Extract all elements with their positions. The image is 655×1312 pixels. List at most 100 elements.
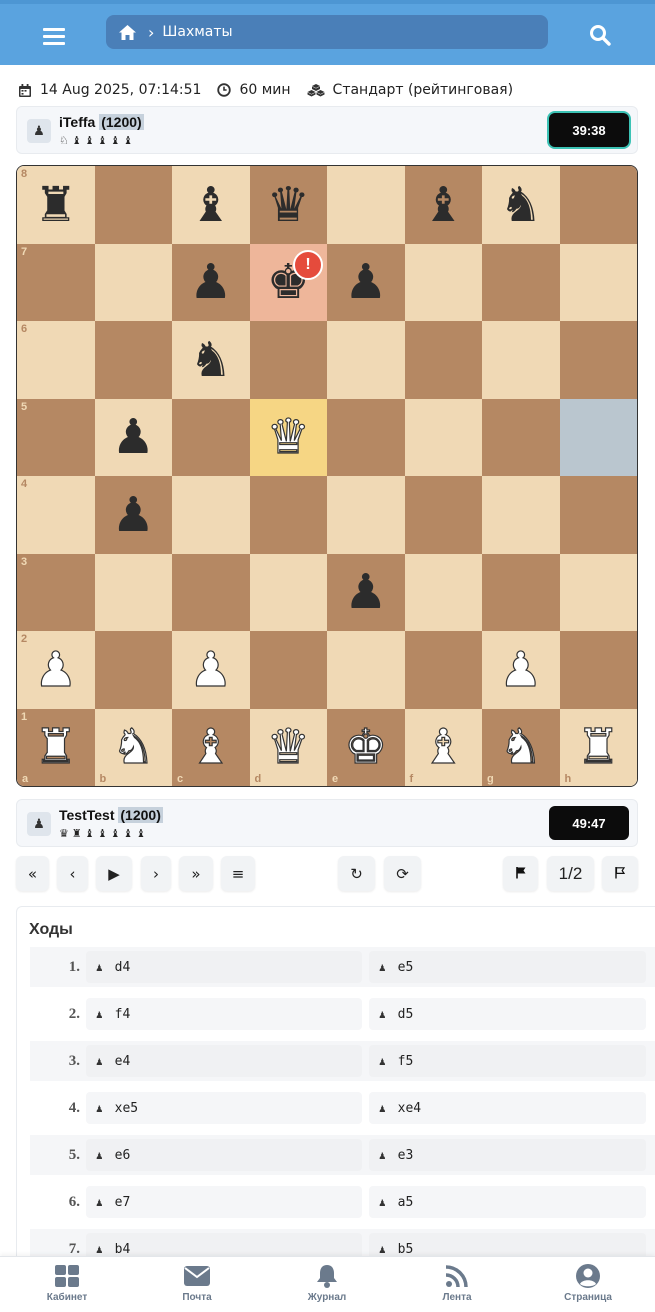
square-c3[interactable]	[172, 553, 250, 631]
white-knight-icon[interactable]: ♞	[499, 723, 543, 772]
square-d8[interactable]: ♛	[249, 166, 327, 244]
nav-journal[interactable]: Журнал	[277, 1263, 377, 1309]
square-b2[interactable]	[94, 631, 172, 709]
black-knight-icon[interactable]: ♞	[189, 336, 232, 384]
white-move[interactable]: ♟ e6	[86, 1139, 362, 1171]
square-a3[interactable]: 3	[17, 553, 95, 631]
square-c6[interactable]: ♞	[172, 321, 250, 399]
first-move-button[interactable]: «	[16, 856, 49, 891]
flag-button[interactable]	[602, 856, 638, 891]
square-a5[interactable]: 5	[17, 398, 95, 476]
home-icon[interactable]	[118, 22, 138, 42]
black-pawn-icon[interactable]: ♟	[344, 258, 387, 306]
square-h7[interactable]	[559, 243, 637, 321]
square-g2[interactable]: ♟	[482, 631, 560, 709]
white-queen-icon[interactable]: ♛	[266, 723, 310, 772]
white-move[interactable]: ♟ e7	[86, 1186, 362, 1218]
square-h4[interactable]	[559, 476, 637, 554]
square-e8[interactable]	[327, 166, 405, 244]
square-h3[interactable]	[559, 553, 637, 631]
white-king-icon[interactable]: ♚	[344, 723, 388, 772]
square-e2[interactable]	[327, 631, 405, 709]
square-e7[interactable]: ♟	[327, 243, 405, 321]
last-move-button[interactable]: »	[179, 856, 213, 891]
white-move[interactable]: ♟ d4	[86, 951, 362, 983]
undo-button[interactable]: ↻	[338, 856, 375, 891]
square-d4[interactable]	[249, 476, 327, 554]
move-list-button[interactable]: ≡	[221, 856, 255, 891]
square-f1[interactable]: f ♝	[404, 708, 482, 786]
black-move[interactable]: ♟ f5	[369, 1045, 646, 1077]
play-button[interactable]: ▶	[96, 856, 132, 891]
square-e4[interactable]	[327, 476, 405, 554]
black-pawn-icon[interactable]: ♟	[344, 568, 387, 616]
square-c8[interactable]: ♝	[172, 166, 250, 244]
square-d7[interactable]: ♚!	[249, 243, 327, 321]
square-f3[interactable]	[404, 553, 482, 631]
square-a8[interactable]: 8 ♜	[17, 166, 95, 244]
white-queen-icon[interactable]: ♛	[266, 413, 310, 462]
white-move[interactable]: ♟ f4	[86, 998, 362, 1030]
square-g3[interactable]	[482, 553, 560, 631]
square-h5[interactable]	[559, 398, 637, 476]
square-e1[interactable]: e ♚	[327, 708, 405, 786]
square-a4[interactable]: 4	[17, 476, 95, 554]
square-f6[interactable]	[404, 321, 482, 399]
search-icon[interactable]	[584, 18, 616, 52]
black-pawn-icon[interactable]: ♟	[112, 491, 155, 539]
nav-feed[interactable]: Лента	[407, 1263, 507, 1309]
square-b3[interactable]	[94, 553, 172, 631]
black-queen-icon[interactable]: ♛	[267, 181, 310, 229]
square-a7[interactable]: 7	[17, 243, 95, 321]
black-pawn-icon[interactable]: ♟	[112, 413, 155, 461]
black-rook-icon[interactable]: ♜	[34, 181, 77, 229]
chess-board[interactable]: 8 ♜ ♝ ♛ ♝ ♞ 7 ♟ ♚! ♟ 6 ♞ 5 ♟ ♛ 4 ♟ 3 ♟ 2 ♟ ♟ ♟ 1 a ♜ b ♞ c ♝ d ♛ e ♚ f ♝ g ♞ h…	[16, 165, 638, 787]
square-c2[interactable]: ♟	[172, 631, 250, 709]
black-bishop-icon[interactable]: ♝	[422, 181, 465, 229]
square-e6[interactable]	[327, 321, 405, 399]
square-d1[interactable]: d ♛	[249, 708, 327, 786]
black-move[interactable]: ♟ d5	[369, 998, 646, 1030]
resign-button[interactable]	[503, 856, 538, 891]
white-move[interactable]: ♟ xe5	[86, 1092, 362, 1124]
player-name[interactable]: TestTest (1200)	[59, 807, 163, 823]
prev-move-button[interactable]: ‹	[57, 856, 88, 891]
black-bishop-icon[interactable]: ♝	[189, 181, 232, 229]
black-move[interactable]: ♟ xe4	[369, 1092, 646, 1124]
square-e3[interactable]: ♟	[327, 553, 405, 631]
square-d5[interactable]: ♛	[249, 398, 327, 476]
square-g4[interactable]	[482, 476, 560, 554]
white-pawn-icon[interactable]: ♟	[189, 645, 233, 694]
square-f2[interactable]	[404, 631, 482, 709]
black-knight-icon[interactable]: ♞	[499, 181, 542, 229]
square-c5[interactable]	[172, 398, 250, 476]
square-d6[interactable]	[249, 321, 327, 399]
redo-button[interactable]: ⟳	[384, 856, 421, 891]
white-pawn-icon[interactable]: ♟	[499, 645, 543, 694]
next-move-button[interactable]: ›	[141, 856, 171, 891]
square-f8[interactable]: ♝	[404, 166, 482, 244]
menu-icon[interactable]	[36, 18, 72, 54]
square-b7[interactable]	[94, 243, 172, 321]
square-h1[interactable]: h ♜	[559, 708, 637, 786]
white-bishop-icon[interactable]: ♝	[421, 723, 465, 772]
square-h6[interactable]	[559, 321, 637, 399]
square-a2[interactable]: 2 ♟	[17, 631, 95, 709]
square-b6[interactable]	[94, 321, 172, 399]
black-pawn-icon[interactable]: ♟	[189, 258, 232, 306]
square-b5[interactable]: ♟	[94, 398, 172, 476]
opponent-name[interactable]: iTeffa (1200)	[59, 114, 144, 130]
black-move[interactable]: ♟ a5	[369, 1186, 646, 1218]
square-d2[interactable]	[249, 631, 327, 709]
square-b4[interactable]: ♟	[94, 476, 172, 554]
square-f7[interactable]	[404, 243, 482, 321]
square-g7[interactable]	[482, 243, 560, 321]
square-g6[interactable]	[482, 321, 560, 399]
square-c1[interactable]: c ♝	[172, 708, 250, 786]
white-move[interactable]: ♟ e4	[86, 1045, 362, 1077]
square-c4[interactable]	[172, 476, 250, 554]
square-f5[interactable]	[404, 398, 482, 476]
square-f4[interactable]	[404, 476, 482, 554]
white-rook-icon[interactable]: ♜	[576, 723, 620, 772]
square-b8[interactable]	[94, 166, 172, 244]
